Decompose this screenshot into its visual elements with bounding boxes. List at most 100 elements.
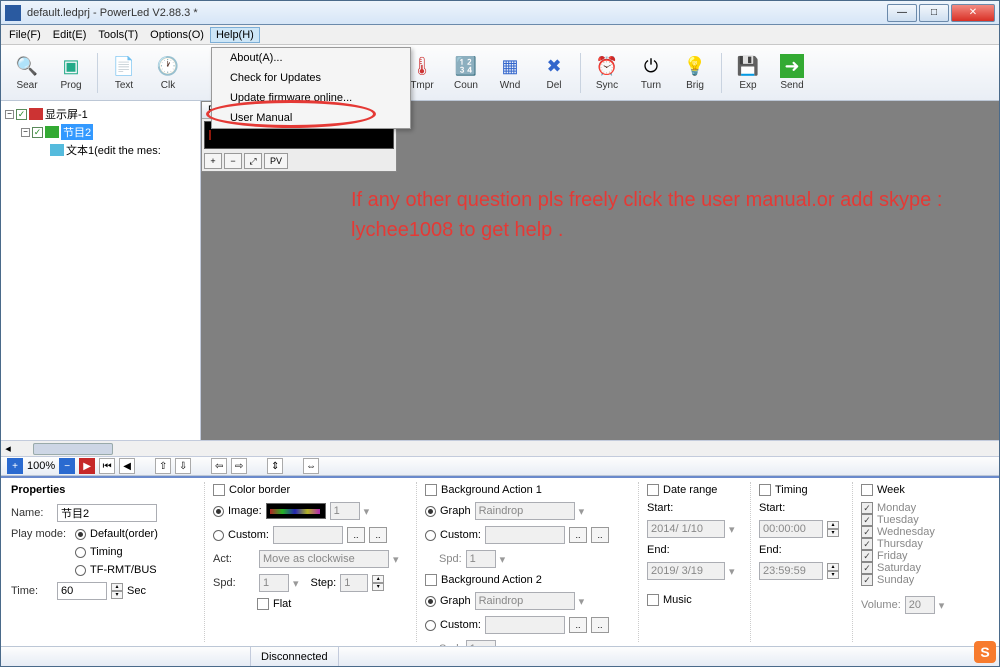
pv-btn[interactable]: PV (264, 153, 288, 169)
radio-default-label: Default(order) (90, 528, 158, 540)
menu-help[interactable]: Help(H) About(A)... Check for Updates Up… (210, 27, 260, 43)
right-button[interactable]: ⇨ (231, 458, 247, 474)
start-date[interactable] (647, 520, 725, 538)
menubar: File(F) Edit(E) Tools(T) Options(O) Help… (1, 25, 999, 45)
weekday-checkbox[interactable] (861, 538, 873, 550)
time-spinner[interactable]: ▴▾ (111, 583, 123, 599)
tb-clk[interactable]: 🕐Clk (146, 48, 190, 98)
up-button[interactable]: ⇧ (155, 458, 171, 474)
tb-text[interactable]: 📄Text (102, 48, 146, 98)
close-button[interactable]: ✕ (951, 4, 995, 22)
weekday-checkbox[interactable] (861, 550, 873, 562)
left-button[interactable]: ⇦ (211, 458, 227, 474)
fit-btn[interactable]: ⤢ (244, 153, 262, 169)
radio-timing-label: Timing (90, 546, 123, 558)
help-firmware[interactable]: Update firmware online... (212, 88, 410, 108)
weekday-checkbox[interactable] (861, 514, 873, 526)
help-user-manual[interactable]: User Manual (212, 108, 410, 128)
radio-graph1[interactable] (425, 506, 436, 517)
vexpand-button[interactable]: ⇕ (267, 458, 283, 474)
preview-controls: + − ⤢ PV (202, 151, 396, 171)
app-icon (5, 5, 21, 21)
menu-options[interactable]: Options(O) (144, 27, 210, 43)
first-button[interactable]: ⏮ (99, 458, 115, 474)
tb-send[interactable]: ➜Send (770, 48, 814, 98)
prev-button[interactable]: ◀ (119, 458, 135, 474)
radio-timing[interactable] (75, 547, 86, 558)
custom-browse[interactable]: .. (347, 527, 365, 543)
start-time[interactable] (759, 520, 823, 538)
radio-custom2[interactable] (425, 620, 436, 631)
tb-del[interactable]: ✖Del (532, 48, 576, 98)
timing-checkbox[interactable] (759, 484, 771, 496)
name-input[interactable] (57, 504, 157, 522)
radio-default[interactable] (75, 529, 86, 540)
tb-prog[interactable]: ▣Prog (49, 48, 93, 98)
clock-icon: 🕐 (156, 54, 180, 78)
down-button[interactable]: ⇩ (175, 458, 191, 474)
music-checkbox[interactable] (647, 594, 659, 606)
border-swatch[interactable] (266, 503, 326, 519)
spd-input[interactable] (259, 574, 289, 592)
tb-coun[interactable]: 🔢Coun (444, 48, 488, 98)
time-input[interactable] (57, 582, 107, 600)
tree-root[interactable]: − ✓ 显示屏-1 (5, 105, 196, 123)
play-button[interactable]: ▶ (79, 458, 95, 474)
scroll-left-icon[interactable]: ◂ (1, 442, 15, 455)
zoom-in-btn[interactable]: + (204, 153, 222, 169)
weekday-checkbox[interactable] (861, 562, 873, 574)
maximize-button[interactable]: □ (919, 4, 949, 22)
titlebar: default.ledprj - PowerLed V2.88.3 * — □ … (1, 1, 999, 25)
graph2-select[interactable] (475, 592, 575, 610)
end-date[interactable] (647, 562, 725, 580)
flat-checkbox[interactable] (257, 598, 269, 610)
checkbox-icon[interactable]: ✓ (16, 109, 27, 120)
menu-tools[interactable]: Tools(T) (92, 27, 144, 43)
send-icon: ➜ (780, 54, 804, 78)
weekday-checkbox[interactable] (861, 526, 873, 538)
menu-file[interactable]: File(F) (3, 27, 47, 43)
act-select[interactable] (259, 550, 389, 568)
menu-edit[interactable]: Edit(E) (47, 27, 93, 43)
zoom-out-btn[interactable]: − (224, 153, 242, 169)
ime-indicator[interactable]: S (974, 641, 996, 663)
radio-custom1[interactable] (425, 530, 436, 541)
radio-image[interactable] (213, 506, 224, 517)
tree-program[interactable]: − ✓ 节目2 (21, 123, 196, 141)
collapse-icon[interactable]: − (5, 110, 14, 119)
graph1-select[interactable] (475, 502, 575, 520)
canvas: Previ + − ⤢ PV If any other question pls… (201, 101, 999, 440)
help-about[interactable]: About(A)... (212, 48, 410, 68)
tb-brig[interactable]: 💡Brig (673, 48, 717, 98)
tb-sync[interactable]: ⏰Sync (585, 48, 629, 98)
custom-clear[interactable]: .. (369, 527, 387, 543)
step-spinner[interactable]: ▴▾ (372, 575, 384, 591)
tb-exp[interactable]: 💾Exp (726, 48, 770, 98)
hexpand-button[interactable]: ⇔ (303, 458, 319, 474)
bg2-checkbox[interactable] (425, 574, 437, 586)
help-check-updates[interactable]: Check for Updates (212, 68, 410, 88)
colorborder-checkbox[interactable] (213, 484, 225, 496)
end-time[interactable] (759, 562, 823, 580)
radio-tfbus[interactable] (75, 565, 86, 576)
bg1-checkbox[interactable] (425, 484, 437, 496)
h-scrollbar[interactable]: ◂ (1, 440, 999, 456)
tree-text-item[interactable]: 文本1(edit the mes: (37, 141, 196, 159)
radio-graph2[interactable] (425, 596, 436, 607)
weekday-checkbox[interactable] (861, 502, 873, 514)
weekday-checkbox[interactable] (861, 574, 873, 586)
step-input[interactable] (340, 574, 368, 592)
radio-custom[interactable] (213, 530, 224, 541)
scroll-thumb[interactable] (33, 443, 113, 455)
week-checkbox[interactable] (861, 484, 873, 496)
collapse-icon[interactable]: − (21, 128, 30, 137)
daterange-checkbox[interactable] (647, 484, 659, 496)
status-cell-1 (1, 647, 251, 666)
checkbox-icon[interactable]: ✓ (32, 127, 43, 138)
tb-search[interactable]: 🔍Sear (5, 48, 49, 98)
zoom-out-button[interactable]: − (59, 458, 75, 474)
tb-wnd[interactable]: ▦Wnd (488, 48, 532, 98)
tb-turn[interactable]: ⏻Turn (629, 48, 673, 98)
minimize-button[interactable]: — (887, 4, 917, 22)
zoom-in-button[interactable]: + (7, 458, 23, 474)
